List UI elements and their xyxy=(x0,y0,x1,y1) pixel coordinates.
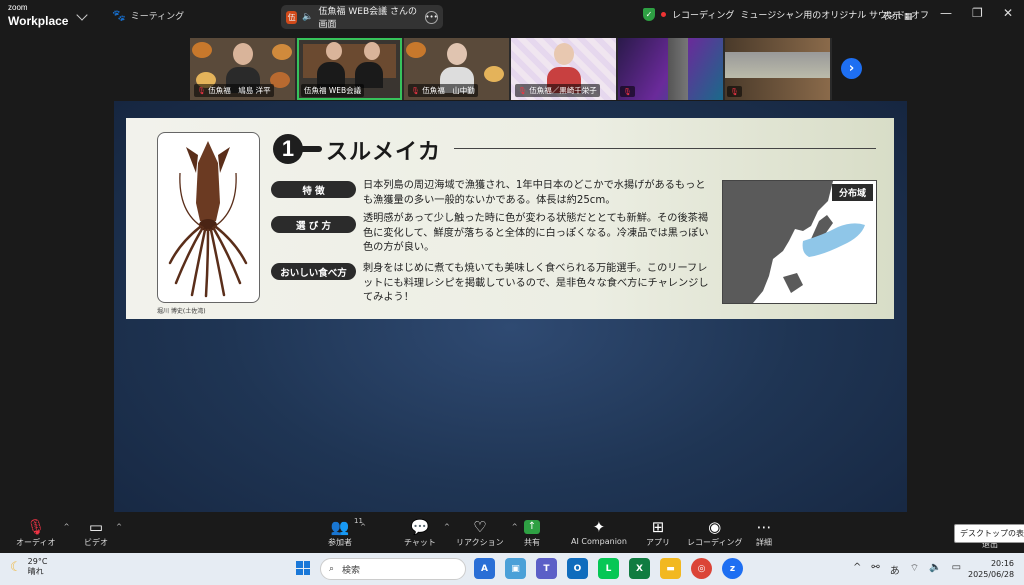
next-page-button[interactable]: › xyxy=(841,58,862,79)
video-button[interactable]: ▭ ビデオ ^ xyxy=(84,517,122,548)
apps-button[interactable]: ⊞ アプリ xyxy=(646,517,670,548)
share-tab[interactable]: 伍 🔈 伍魚福 WEB会議 さんの画面 ••• xyxy=(281,5,443,30)
desc-choose: 透明感があって少し触った時に色が変わる状態だととても新鮮。その後茶褐色に変化して… xyxy=(363,213,709,253)
share-button[interactable]: ↑ 共有 xyxy=(524,517,540,548)
ai-companion-button[interactable]: ✦ AI Companion xyxy=(571,517,627,546)
mic-muted-icon: 🎙 xyxy=(623,88,632,96)
weather-widget[interactable]: ☾ 29°C 晴れ xyxy=(10,557,47,577)
title-bar: zoom Workplace 🐾 ミーティング 伍 🔈 伍魚福 WEB会議 さん… xyxy=(0,0,1024,32)
ime-indicator[interactable]: あ xyxy=(890,562,900,577)
chevron-up-icon[interactable]: ^ xyxy=(853,562,861,577)
chrome-icon[interactable]: ◎ xyxy=(691,558,712,579)
meeting-button[interactable]: 🐾 ミーティング xyxy=(112,9,184,22)
start-button[interactable] xyxy=(296,561,310,575)
taskbar: ☾ 29°C 晴れ ⌕ 検索 A ▣ T O L X ▬ ◎ z ^ ⚯ あ ⌔ … xyxy=(0,553,1024,585)
video-camera-icon: ▭ xyxy=(88,518,104,536)
teams-icon[interactable]: T xyxy=(536,558,557,579)
participant-tile[interactable]: 🎙 伍魚福／黒崎千栄子 xyxy=(511,38,616,100)
wifi-icon[interactable]: ⌔ xyxy=(910,562,919,577)
heart-icon: ♡ xyxy=(473,518,487,536)
sparkle-icon: ✦ xyxy=(592,518,606,536)
chat-button[interactable]: 💬 チャット ^ xyxy=(404,517,450,548)
speaker-icon: 🔈 xyxy=(302,12,314,22)
taskbar-apps: A ▣ T O L X ▬ ◎ z xyxy=(474,558,743,579)
participant-tile[interactable]: 🎙 伍魚福 山中勤 xyxy=(404,38,509,100)
excel-icon[interactable]: X xyxy=(629,558,650,579)
outlook-icon[interactable]: O xyxy=(567,558,588,579)
audio-button[interactable]: 🎙 オーディオ ^ xyxy=(16,517,69,548)
chevron-up-icon[interactable]: ^ xyxy=(444,523,450,531)
title-rule xyxy=(454,148,876,149)
participant-tile[interactable]: 🎙 xyxy=(725,38,830,100)
shield-icon: ✓ xyxy=(643,8,655,21)
participant-tile-active[interactable]: 伍魚福 WEB会議 xyxy=(297,38,402,100)
volume-icon[interactable]: 🔈 xyxy=(929,562,941,577)
moon-icon: ☾ xyxy=(10,559,22,575)
record-icon: ◉ xyxy=(708,518,722,536)
tooltip: デスクトップの表示 xyxy=(954,524,1024,543)
share-avatar: 伍 xyxy=(286,10,298,24)
restore-icon[interactable]: ❐ xyxy=(972,6,983,20)
mic-muted-icon: 🎙 xyxy=(518,87,527,95)
paw-icon: 🐾 xyxy=(112,9,126,22)
slide: 堀川 博史(土佐湾) 1 スルメイカ 特 徴 日本列島の周辺海域で漁獲され、1年… xyxy=(126,118,894,319)
squid-illustration xyxy=(157,132,260,303)
battery-icon[interactable]: ▭ xyxy=(952,562,961,577)
participant-count: 11 xyxy=(354,517,363,525)
mic-muted-icon: 🎙 xyxy=(26,518,46,536)
meeting-toolbar: 🎙 オーディオ ^ ▭ ビデオ ^ 👥 参加者 ^ 11 💬 チャット ^ ♡ … xyxy=(0,513,1024,553)
share-tab-label: 伍魚福 WEB会議 さんの画面 xyxy=(318,7,418,30)
record-dot-icon xyxy=(661,12,666,17)
app-icon[interactable]: ▣ xyxy=(505,558,526,579)
recording-button[interactable]: ◉ レコーディング xyxy=(687,517,742,548)
label-choose: 選 び 方 xyxy=(271,216,356,233)
participant-tile[interactable]: 🎙 xyxy=(618,38,723,100)
chat-icon: 💬 xyxy=(410,518,430,536)
chevron-down-icon[interactable] xyxy=(76,9,88,21)
label-features: 特 徴 xyxy=(271,181,356,198)
view-button[interactable]: 表示 ▦ xyxy=(883,9,912,22)
clock[interactable]: 20:16 2025/06/28 xyxy=(968,558,1014,580)
app-icon[interactable]: A xyxy=(474,558,495,579)
network-icon[interactable]: ⚯ xyxy=(871,562,879,577)
label-howto-eat: おいしい食べ方 xyxy=(271,263,356,280)
share-icon: ↑ xyxy=(524,517,540,537)
chevron-up-icon[interactable]: ^ xyxy=(116,523,122,531)
more-icon: ⋯ xyxy=(756,518,772,536)
desc-howto-eat: 刺身をはじめに煮ても焼いても美味しく食べられる万能選手。このリーフレットにも料理… xyxy=(363,263,709,303)
close-icon[interactable]: ✕ xyxy=(1003,6,1013,20)
zoom-logo: zoom Workplace xyxy=(8,3,69,28)
more-options-icon[interactable]: ••• xyxy=(425,10,438,24)
search-box[interactable]: ⌕ 検索 xyxy=(320,558,466,580)
mic-muted-icon: 🎙 xyxy=(197,87,206,95)
slide-title: スルメイカ xyxy=(326,140,442,165)
chevron-up-icon[interactable]: ^ xyxy=(64,523,70,531)
participant-tile[interactable]: 🎙 伍魚福 鳩島 洋平 xyxy=(190,38,295,100)
chevron-up-icon[interactable]: ^ xyxy=(512,523,518,531)
desc-features: 日本列島の周辺海域で漁獲され、1年中日本のどこかで水揚げがあるもっとも漁獲量の多… xyxy=(363,180,706,206)
zoom-icon[interactable]: z xyxy=(722,558,743,579)
line-icon[interactable]: L xyxy=(598,558,619,579)
minimize-icon[interactable]: — xyxy=(940,6,952,20)
people-icon: 👥 xyxy=(330,518,350,536)
mic-muted-icon: 🎙 xyxy=(730,88,739,96)
map-label: 分布域 xyxy=(831,184,873,201)
system-tray: ^ ⚯ あ ⌔ 🔈 ▭ xyxy=(853,562,961,577)
reactions-button[interactable]: ♡ リアクション ^ xyxy=(456,517,518,548)
apps-icon: ⊞ xyxy=(651,518,665,536)
mic-muted-icon: 🎙 xyxy=(411,87,420,95)
participants-button[interactable]: 👥 参加者 ^ xyxy=(328,517,366,548)
folder-icon[interactable]: ▬ xyxy=(660,558,681,579)
more-button[interactable]: ⋯ 詳細 xyxy=(756,517,772,548)
participant-strip: 🎙 伍魚福 鳩島 洋平 伍魚福 WEB会議 🎙 伍魚福 山中勤 🎙 伍魚福／黒崎… xyxy=(190,38,832,100)
search-icon: ⌕ xyxy=(329,564,335,574)
distribution-map: 分布域 xyxy=(722,180,877,304)
